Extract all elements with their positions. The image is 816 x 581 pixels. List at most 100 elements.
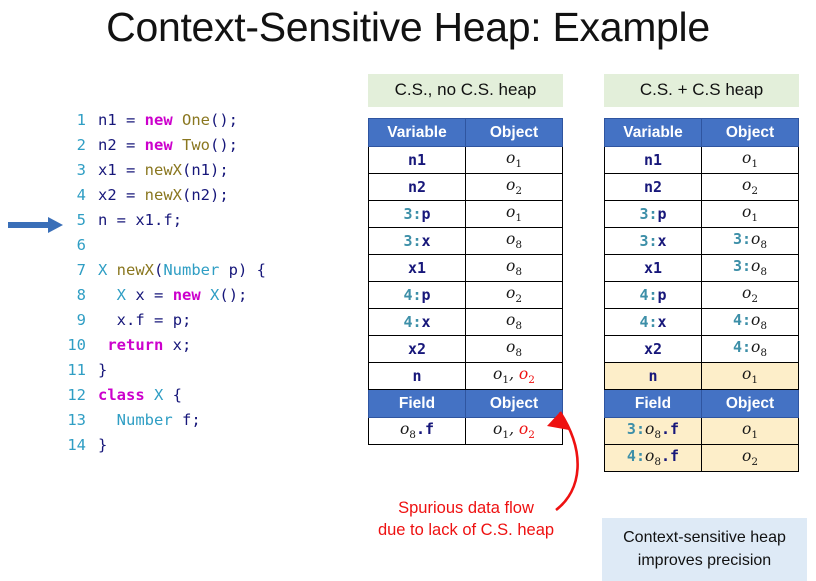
cell-token: o8 <box>505 338 523 360</box>
table-row: 3:p o1 <box>604 200 799 228</box>
cell-token: n1 <box>643 150 663 169</box>
spurious-note-line-1: Spurious data flow <box>398 499 534 517</box>
object-cell: 4:o8 <box>701 335 799 363</box>
code-token: = <box>126 136 145 154</box>
code-line: 5n = x1.f; <box>60 208 266 233</box>
conclusion-line-1: Context-sensitive heap <box>623 529 786 546</box>
cell-token: n2 <box>407 177 427 196</box>
cell-token: o2 <box>505 284 523 306</box>
cell-token: o8 <box>751 338 768 360</box>
line-number: 14 <box>67 436 86 454</box>
cell-token: o1 <box>741 149 759 171</box>
object-cell: o8 <box>465 308 563 336</box>
cell-token: o2 <box>741 284 759 306</box>
cell-token: x <box>657 312 667 331</box>
table-row: 4:x 4:o8 <box>604 308 799 336</box>
table-header-row: Variable Object <box>604 118 799 147</box>
cell-token: 3: <box>403 204 422 223</box>
variable-cell: x2 <box>368 335 466 363</box>
cell-token: x2 <box>643 339 663 358</box>
object-cell: o2 <box>701 173 799 201</box>
object-cell: 3:o8 <box>701 227 799 255</box>
table-header-row: Variable Object <box>368 118 563 147</box>
code-token: n <box>98 211 117 229</box>
code-token: ( <box>154 261 164 279</box>
code-token: = <box>126 186 145 204</box>
line-number: 4 <box>76 186 86 204</box>
code-token: x <box>135 286 155 304</box>
cell-token: , <box>509 420 519 439</box>
page-title: Context-Sensitive Heap: Example <box>106 4 710 50</box>
code-token: X <box>98 261 117 279</box>
object-cell: o1 <box>701 362 799 390</box>
cell-token: 4: <box>639 285 658 304</box>
cell-token: n1 <box>407 150 427 169</box>
table-row: x2 4:o8 <box>604 335 799 363</box>
code-token: newX <box>144 161 182 179</box>
variable-cell: 4:p <box>368 281 466 309</box>
points-to-table-cs-heap: Variable Object n1 o1 n2 o2 3:p o1 3:x 3:o8 x1 3:o8… <box>604 118 799 472</box>
code-line: 7X newX(Number p) { <box>60 258 266 283</box>
code-token: ; <box>172 211 183 229</box>
line-number: 9 <box>76 311 86 329</box>
right-table-caption: C.S. + C.S heap <box>604 74 799 107</box>
table-row: 4:x o8 <box>368 308 563 336</box>
cell-token: o2 <box>505 176 523 198</box>
code-token: return <box>107 336 173 354</box>
code-token: = <box>154 311 173 329</box>
code-token: x2 <box>98 186 126 204</box>
cell-token: p <box>421 204 431 223</box>
table-row: n2 o2 <box>604 173 799 201</box>
cell-token: , <box>509 365 519 384</box>
code-token: (); <box>210 136 238 154</box>
code-line: 13 Number f; <box>60 408 266 433</box>
code-token: new <box>144 111 182 129</box>
line-number: 11 <box>67 361 86 379</box>
variable-cell: n1 <box>368 146 466 174</box>
code-listing: 1 n1 = new One(); 2 n2 = new Two(); 3 x1 = ne… <box>60 108 266 458</box>
table-row: x1 3:o8 <box>604 254 799 282</box>
variable-cell: x1 <box>368 254 466 282</box>
table-row: n1 o1 <box>604 146 799 174</box>
cell-token: .f <box>415 420 435 439</box>
code-token: ); <box>210 186 229 204</box>
cell-token: 4: <box>732 311 752 330</box>
code-token: (); <box>219 286 248 304</box>
line-number: 10 <box>67 336 86 354</box>
code-token: f <box>135 311 155 329</box>
variable-cell: n <box>368 362 466 390</box>
cell-token: o1 <box>741 420 759 442</box>
code-token: x1 <box>135 211 155 229</box>
cell-token: 4: <box>403 285 422 304</box>
cell-token: 3: <box>639 204 658 223</box>
cell-token: 3: <box>639 231 658 250</box>
cell-token: x <box>657 231 667 250</box>
code-line: 2 n2 = new Two(); <box>60 133 266 158</box>
cell-token: 4: <box>639 312 658 331</box>
code-token: x1 <box>98 161 126 179</box>
cell-token: o8 <box>751 230 768 252</box>
column-header: Variable <box>604 118 702 147</box>
cell-token: o8 <box>751 257 768 279</box>
code-token: ( <box>182 161 192 179</box>
cell-token: 3: <box>732 230 752 249</box>
variable-cell: 4:x <box>368 308 466 336</box>
code-line: 6 <box>60 233 266 258</box>
cell-token: o1 <box>493 365 510 387</box>
code-token: = <box>126 161 145 179</box>
code-line: 9 x.f = p; <box>60 308 266 333</box>
cell-token: o2 <box>741 176 759 198</box>
cell-token: 3: <box>732 257 752 276</box>
cell-token: n <box>648 366 658 385</box>
line-number: 2 <box>76 136 86 154</box>
current-line-arrow-icon <box>8 217 63 233</box>
cell-token: o1 <box>505 149 523 171</box>
line-number: 8 <box>76 286 86 304</box>
variable-cell: n1 <box>604 146 702 174</box>
code-token: ; <box>191 411 201 429</box>
code-line: 11} <box>60 358 266 383</box>
object-cell: 3:o8 <box>701 254 799 282</box>
table-header-row: Field Object <box>604 389 799 418</box>
